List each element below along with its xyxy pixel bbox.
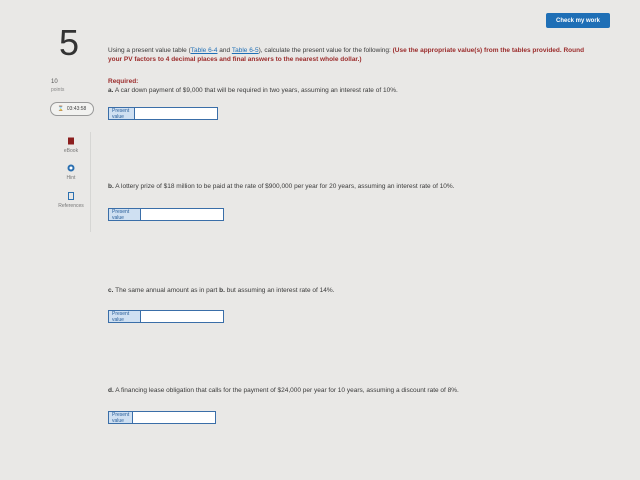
part-b-present-value-field[interactable]: Present value [108, 208, 224, 221]
part-c-body-1: The same annual amount as in part [113, 287, 220, 294]
part-b-input[interactable] [141, 209, 223, 220]
timer-badge[interactable]: ⌛ 03:43:58 [50, 102, 94, 116]
question-number: 5 [59, 22, 80, 63]
part-a-body: A car down payment of $9,000 that will b… [113, 87, 398, 94]
table-6-4-link[interactable]: Table 6-4 [191, 47, 218, 54]
part-d-present-value-field[interactable]: Present value [108, 411, 216, 424]
part-c-input[interactable] [141, 311, 223, 322]
part-c-field-label: Present value [109, 311, 141, 323]
references-tool[interactable]: References [52, 192, 90, 209]
part-d-input[interactable] [133, 412, 215, 423]
references-label: References [58, 203, 84, 209]
question-prompt: Using a present value table (Table 6-4 a… [108, 46, 598, 64]
part-d-text: d. A financing lease obligation that cal… [108, 387, 459, 394]
part-c-text: c. The same annual amount as in part b. … [108, 287, 334, 294]
lifebuoy-icon [67, 164, 75, 172]
ebook-label: eBook [63, 148, 79, 154]
hint-label: Hint [66, 175, 76, 181]
document-icon [67, 192, 75, 200]
part-b-text: b. A lottery prize of $18 million to be … [108, 183, 455, 190]
part-c-present-value-field[interactable]: Present value [108, 310, 224, 323]
part-a-input[interactable] [135, 108, 217, 119]
side-tools: eBook Hint References [52, 132, 91, 232]
part-d-field-label: Present value [109, 412, 133, 424]
prompt-rest: ), calculate the present value for the f… [258, 47, 393, 54]
part-a-field-label: Present value [109, 108, 135, 120]
points-info: 10 points [51, 78, 64, 94]
part-d-body: A financing lease obligation that calls … [113, 387, 459, 394]
hint-tool[interactable]: Hint [52, 164, 90, 181]
book-icon [67, 137, 75, 145]
part-b-body: A lottery prize of $18 million to be pai… [113, 183, 455, 190]
check-my-work-button[interactable]: Check my work [546, 13, 610, 28]
part-c-body-2: but assuming an interest rate of 14%. [224, 287, 335, 294]
prompt-intro: Using a present value table ( [108, 47, 191, 54]
part-a-text: a. A car down payment of $9,000 that wil… [108, 86, 398, 95]
required-heading: Required: [108, 78, 139, 85]
points-label: points [51, 87, 65, 93]
timer-value: 03:43:58 [66, 106, 87, 112]
points-value: 10 [51, 79, 58, 85]
ebook-tool[interactable]: eBook [52, 137, 90, 154]
hourglass-icon: ⌛ [57, 106, 64, 112]
part-b-field-label: Present value [109, 209, 141, 221]
prompt-and: and [217, 47, 232, 54]
required-section: Required: a. A car down payment of $9,00… [108, 77, 398, 95]
part-a-present-value-field[interactable]: Present value [108, 107, 218, 120]
table-6-5-link[interactable]: Table 6-5 [232, 47, 259, 54]
